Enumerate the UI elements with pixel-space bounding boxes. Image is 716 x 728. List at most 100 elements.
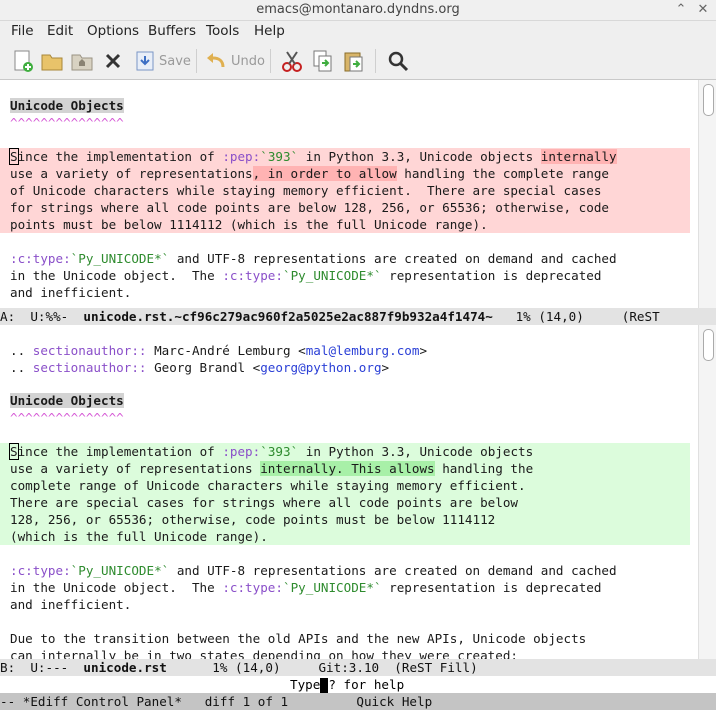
modeline-position: 1% (14,0) (ReST: [492, 309, 660, 324]
text-line: Since the implementation of :pep:`393` i…: [9, 148, 617, 165]
menu-edit[interactable]: Edit: [47, 23, 73, 39]
close-x-icon: [105, 53, 121, 69]
scrollbar-thumb[interactable]: [703, 84, 714, 116]
search-icon: [388, 51, 409, 72]
modeline-a[interactable]: A: U:%%- unicode.rst.~cf96c279ac960f2a50…: [0, 308, 716, 325]
fine-diff-added: internally. This allows: [260, 461, 435, 476]
window-title: emacs@montanaro.dyndns.org: [256, 2, 460, 17]
literal-span: `393`: [260, 149, 299, 164]
scrollbar-a[interactable]: [698, 80, 716, 308]
toolbar-separator: [375, 49, 376, 73]
role-span: :c:type:: [10, 251, 71, 266]
section-heading: Unicode Objects: [10, 393, 124, 408]
text-span: ..: [10, 360, 33, 375]
email-link[interactable]: georg@python.org: [260, 360, 381, 375]
paste-button[interactable]: [343, 48, 365, 74]
cursor: S: [9, 443, 19, 460]
prompt-text: Type: [290, 677, 321, 692]
text-line: can internally be in two states dependin…: [10, 648, 518, 659]
text-span: >: [419, 343, 428, 358]
text-line: points must be below 1114112 (which is t…: [10, 217, 488, 232]
text-line: 128, 256, or 65536; otherwise, code poin…: [10, 512, 496, 527]
literal-span: `Py_UNICODE*`: [70, 563, 170, 578]
text-line: complete range of Unicode characters whi…: [10, 478, 526, 493]
text-line: use a variety of representations interna…: [10, 460, 533, 477]
kill-buffer-button[interactable]: [103, 48, 123, 74]
save-label: Save: [159, 53, 191, 69]
save-icon: [136, 51, 154, 71]
literal-span: `393`: [260, 444, 299, 459]
scrollbar-thumb[interactable]: [703, 329, 714, 361]
text-line: Since the implementation of :pep:`393` i…: [9, 443, 533, 460]
text-line: :c:type:`Py_UNICODE*` and UTF-8 represen…: [10, 250, 617, 267]
minibuffer-prompt: Type ? for help: [290, 676, 404, 693]
cut-button[interactable]: [280, 48, 304, 74]
text-span: handling the complete range: [396, 166, 610, 181]
text-span: in the Unicode object. The: [10, 580, 223, 595]
scissors-icon: [282, 51, 302, 72]
menu-help[interactable]: Help: [254, 23, 285, 39]
modeline-status: B: U:---: [0, 660, 84, 675]
copy-icon: [313, 50, 332, 72]
minibuffer[interactable]: Type ? for help: [0, 676, 716, 693]
scrollbar-b[interactable]: [698, 325, 716, 659]
text-line: of Unicode characters while staying memo…: [10, 183, 602, 198]
toolbar-separator: [196, 49, 197, 73]
minimize-icon[interactable]: ⌃: [673, 2, 689, 18]
buffer-b-window[interactable]: .. sectionauthor:: Marc-André Lemburg <m…: [0, 325, 698, 659]
buffer-a-window[interactable]: Unicode Objects ^^^^^^^^^^^^^^^ Since th…: [0, 80, 698, 308]
folder-icon: [41, 54, 63, 71]
text-line: Due to the transition between the old AP…: [10, 631, 587, 646]
directive-span: sectionauthor::: [32, 343, 147, 358]
copy-button[interactable]: [312, 48, 334, 74]
toolbar-separator: [270, 49, 271, 73]
role-span: :pep:: [222, 149, 261, 164]
menu-options[interactable]: Options: [87, 23, 139, 39]
search-button[interactable]: [386, 48, 410, 74]
text-span: representation is deprecated: [381, 580, 602, 595]
text-line: .. sectionauthor:: Georg Brandl <georg@p…: [10, 359, 389, 376]
literal-span: `Py_UNICODE*`: [70, 251, 170, 266]
text-line: in the Unicode object. The :c:type:`Py_U…: [10, 579, 601, 596]
open-folder-button[interactable]: [40, 48, 64, 74]
role-span: :c:type:: [10, 563, 71, 578]
modeline-status: A: U:%%-: [0, 309, 84, 324]
save-button[interactable]: Save: [135, 48, 191, 74]
text-line: There are special cases for strings wher…: [10, 495, 518, 510]
cursor: S: [9, 148, 19, 165]
role-span: :pep:: [222, 444, 261, 459]
modeline-b[interactable]: B: U:--- unicode.rst 1% (14,0) Git:3.10 …: [0, 659, 716, 676]
text-span: use a variety of representations: [10, 166, 253, 181]
heading-underline: ^^^^^^^^^^^^^^^: [10, 115, 124, 130]
literal-span: `Py_UNICODE*`: [282, 580, 382, 595]
new-file-button[interactable]: [11, 48, 35, 74]
undo-icon: [207, 53, 225, 68]
email-link[interactable]: mal@lemburg.com: [306, 343, 420, 358]
fine-diff-removed: , in order to allow: [252, 166, 397, 181]
close-icon[interactable]: ✕: [695, 2, 711, 18]
toolbar: Save Undo: [0, 43, 716, 80]
paste-icon: [344, 52, 363, 72]
menu-buffers[interactable]: Buffers: [148, 23, 196, 39]
modeline-buffer-name: unicode.rst.~cf96c279ac960f2a5025e2ac887…: [83, 309, 493, 324]
modeline-position: 1% (14,0) Git:3.10 (ReST Fill): [166, 660, 478, 675]
menu-file[interactable]: File: [11, 23, 34, 39]
ediff-control-modeline[interactable]: -- *Ediff Control Panel* diff 1 of 1 Qui…: [0, 693, 716, 710]
menu-tools[interactable]: Tools: [206, 23, 239, 39]
prompt-text: ? for help: [328, 677, 405, 692]
text-span: handling the: [434, 461, 534, 476]
text-span: in the Unicode object. The: [10, 268, 223, 283]
text-line: and inefficient.: [10, 285, 132, 300]
text-span: ince the implementation of: [17, 444, 223, 459]
text-line: :c:type:`Py_UNICODE*` and UTF-8 represen…: [10, 562, 617, 579]
dired-button[interactable]: [70, 48, 94, 74]
section-heading: Unicode Objects: [10, 98, 124, 113]
undo-button[interactable]: Undo: [205, 48, 265, 74]
new-file-icon: [14, 50, 33, 72]
directive-span: sectionauthor::: [32, 360, 147, 375]
text-span: ..: [10, 343, 33, 358]
heading-underline: ^^^^^^^^^^^^^^^: [10, 410, 124, 425]
heading-b: Unicode Objects: [10, 392, 124, 409]
title-bar: emacs@montanaro.dyndns.org ⌃ ✕: [0, 0, 716, 21]
text-span: Georg Brandl <: [146, 360, 261, 375]
